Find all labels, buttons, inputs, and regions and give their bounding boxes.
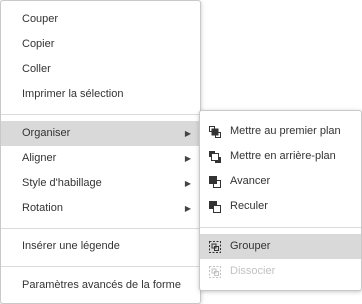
context-menu: Couper Copier Coller Imprimer la sélecti…	[0, 0, 201, 304]
submenu-item-ungroup: Dissocier	[200, 259, 361, 284]
menu-item-label: Rotation	[22, 202, 63, 214]
submenu-item-send-backward[interactable]: Reculer	[200, 194, 361, 219]
menu-item-label: Couper	[22, 13, 59, 25]
menu-item-wrapping-style[interactable]: Style d'habillage ▶	[1, 171, 200, 196]
menu-item-label: Coller	[22, 63, 51, 75]
submenu-item-label: Reculer	[230, 200, 268, 212]
menu-item-insert-caption[interactable]: Insérer une légende	[1, 234, 200, 259]
menu-separator	[1, 114, 200, 115]
menu-separator	[200, 227, 361, 228]
submenu-arrow-icon: ▶	[184, 129, 191, 138]
menu-separator	[1, 266, 200, 267]
menu-separator	[1, 228, 200, 229]
menu-item-arrange[interactable]: Organiser ▶	[1, 121, 200, 146]
group-icon	[209, 241, 221, 253]
bring-forward-icon	[209, 176, 221, 188]
send-backward-icon	[209, 201, 221, 213]
menu-item-copy[interactable]: Copier	[1, 32, 200, 57]
submenu-item-bring-to-front[interactable]: Mettre au premier plan	[200, 119, 361, 144]
menu-item-label: Insérer une légende	[22, 240, 120, 252]
arrange-submenu: Mettre au premier plan Mettre en arrière…	[199, 110, 362, 291]
ungroup-icon	[209, 266, 221, 278]
menu-item-label: Imprimer la sélection	[22, 88, 124, 100]
menu-item-label: Paramètres avancés de la forme	[22, 279, 181, 291]
menu-item-shape-advanced-settings[interactable]: Paramètres avancés de la forme	[1, 273, 200, 298]
bring-to-front-icon	[209, 126, 221, 138]
menu-item-cut[interactable]: Couper	[1, 7, 200, 32]
send-to-back-icon	[209, 151, 221, 163]
menu-item-rotation[interactable]: Rotation ▶	[1, 196, 200, 221]
submenu-item-group[interactable]: Grouper	[200, 234, 361, 259]
submenu-item-send-to-back[interactable]: Mettre en arrière-plan	[200, 144, 361, 169]
submenu-arrow-icon: ▶	[184, 179, 191, 188]
submenu-item-label: Mettre au premier plan	[230, 125, 341, 137]
submenu-arrow-icon: ▶	[184, 204, 191, 213]
menu-item-label: Aligner	[22, 152, 57, 164]
menu-item-print-selection[interactable]: Imprimer la sélection	[1, 82, 200, 107]
submenu-item-bring-forward[interactable]: Avancer	[200, 169, 361, 194]
submenu-item-label: Avancer	[230, 175, 271, 187]
submenu-item-label: Grouper	[230, 240, 271, 252]
menu-item-align[interactable]: Aligner ▶	[1, 146, 200, 171]
menu-item-label: Style d'habillage	[22, 177, 102, 189]
menu-item-paste[interactable]: Coller	[1, 57, 200, 82]
menu-item-label: Organiser	[22, 127, 71, 139]
submenu-item-label: Dissocier	[230, 265, 276, 277]
submenu-item-label: Mettre en arrière-plan	[230, 150, 336, 162]
submenu-arrow-icon: ▶	[184, 154, 191, 163]
menu-item-label: Copier	[22, 38, 55, 50]
